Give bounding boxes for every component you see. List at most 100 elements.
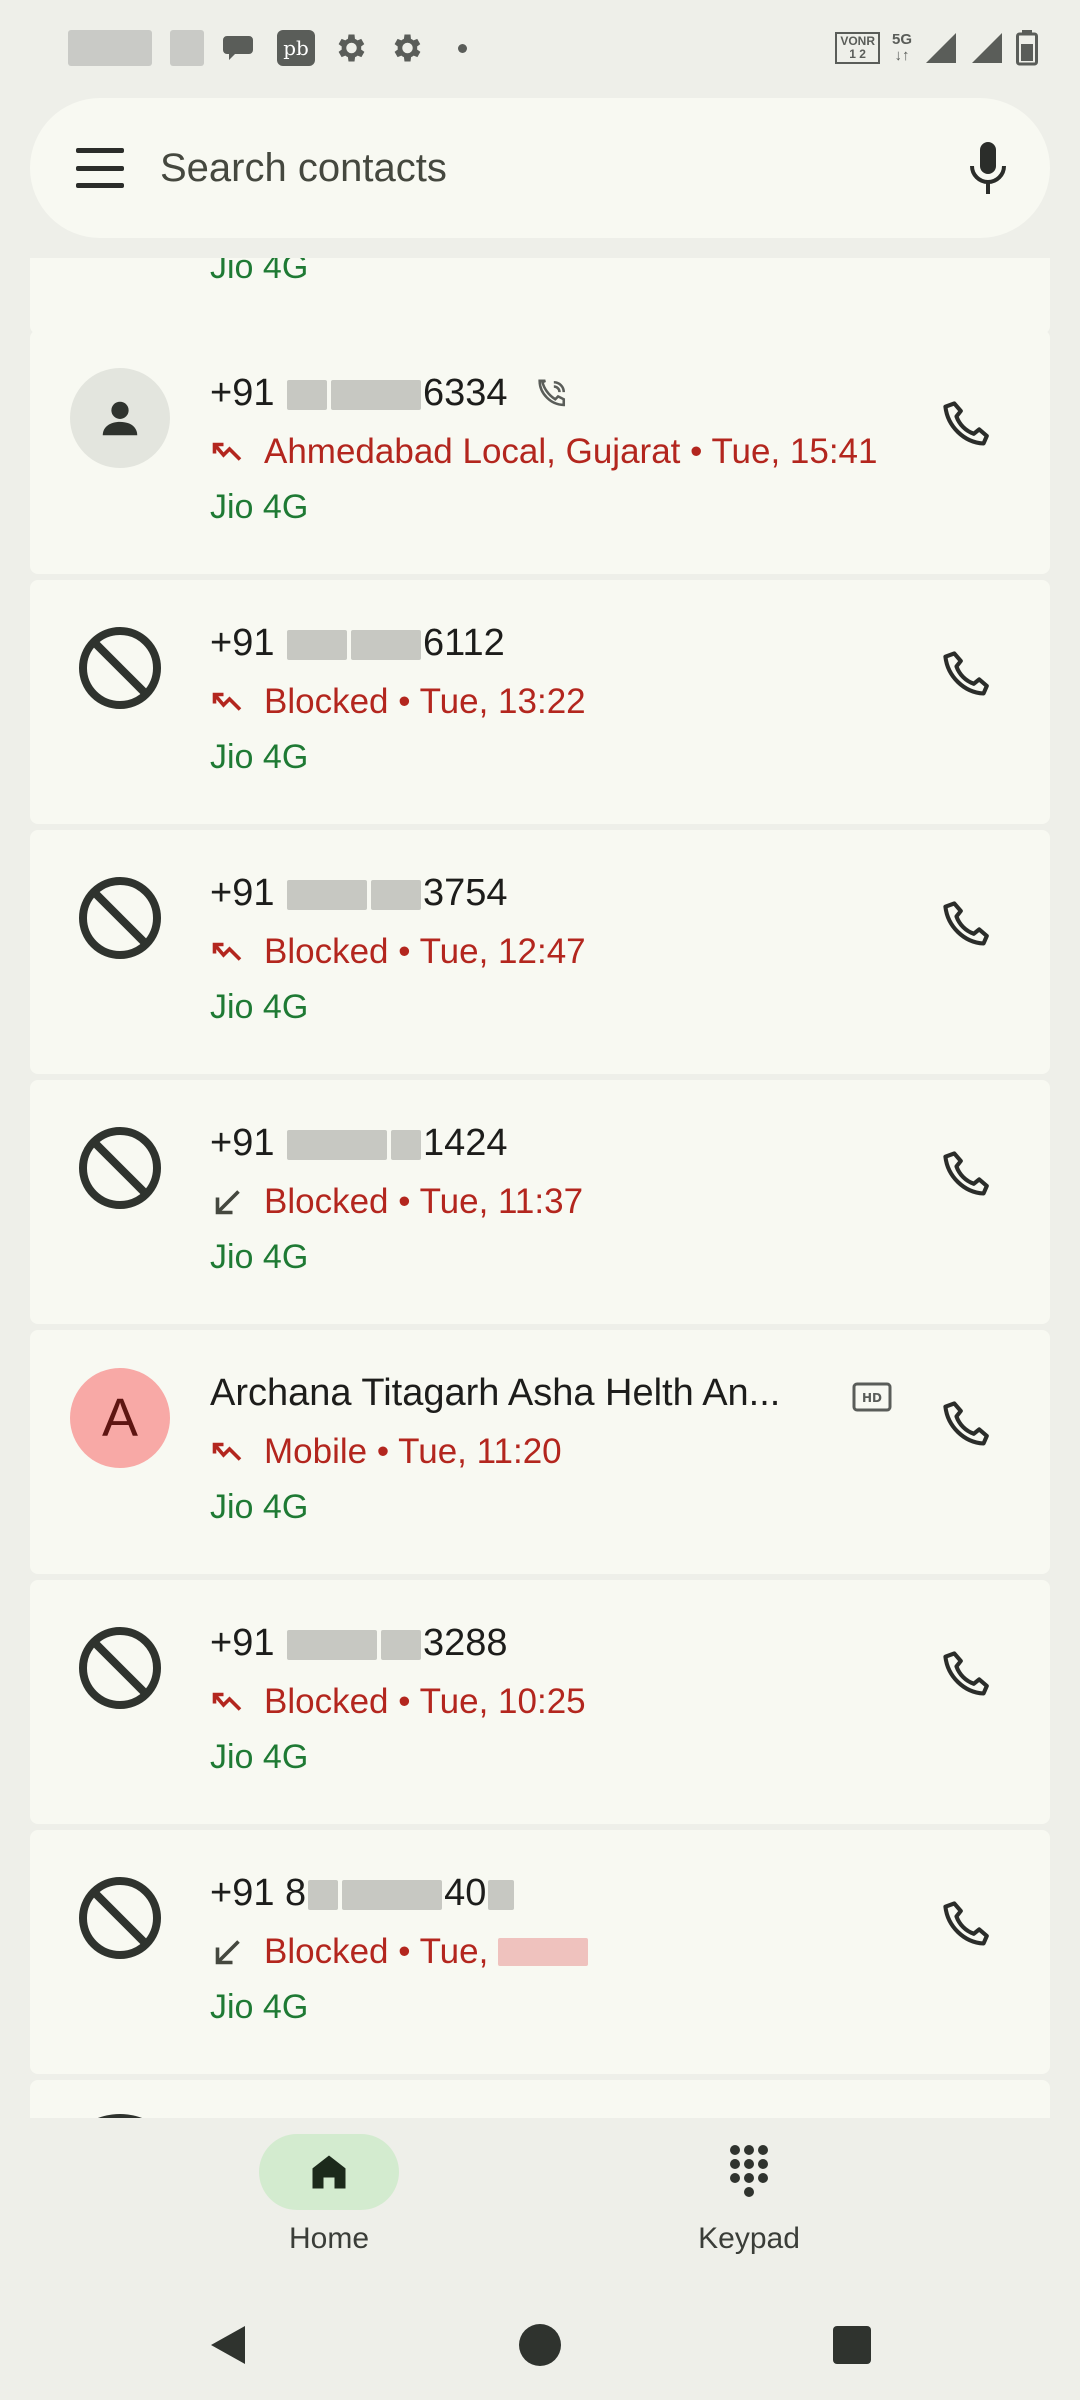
call-button[interactable] <box>938 1646 994 1702</box>
nav-keypad-label: Keypad <box>698 2222 800 2255</box>
wifi-call-icon <box>538 379 566 407</box>
chat-icon <box>218 26 262 70</box>
redacted-digits <box>391 1129 422 1160</box>
redacted-digits <box>351 629 422 660</box>
blocked-icon[interactable] <box>70 1118 170 1218</box>
carrier-label: Jio 4G <box>210 488 309 526</box>
app-badge-icon: pb <box>274 26 318 70</box>
battery-icon <box>1016 30 1038 66</box>
call-detail-text: Blocked • Tue, 10:25 <box>264 1682 586 1721</box>
search-bar[interactable]: Search contacts <box>30 98 1050 238</box>
call-log-item[interactable]: +91 3288 Blocked • Tue, 10:25 Jio 4G <box>30 1580 1050 1824</box>
call-button[interactable] <box>938 1396 994 1452</box>
call-log-item[interactable]: +91 6334 Ahmedabad Local, Gujarat • Tue,… <box>30 330 1050 574</box>
carrier-label: Jio 4G <box>210 1988 309 2026</box>
redacted-digits <box>287 379 328 410</box>
vonr-sub: 1 2 <box>849 47 866 61</box>
home-button-icon[interactable] <box>515 2320 565 2370</box>
call-button[interactable] <box>938 1896 994 1952</box>
menu-icon[interactable] <box>76 148 124 188</box>
number-prefix: +91 <box>210 872 275 914</box>
avatar[interactable]: A <box>70 1368 170 1468</box>
mic-icon[interactable] <box>960 138 1016 198</box>
call-log-list[interactable]: Jio 4G +91 6334 Ahmedabad Local, Gujarat… <box>30 258 1050 2118</box>
home-icon[interactable] <box>259 2134 399 2210</box>
bottom-navigation: Home Keypad <box>0 2118 1080 2290</box>
call-detail-text: Blocked • Tue, 11:37 <box>264 1182 584 1221</box>
redacted-digits <box>308 1879 339 1910</box>
call-button[interactable] <box>938 1146 994 1202</box>
blocked-icon[interactable] <box>70 868 170 968</box>
number-suffix: 1424 <box>423 1122 508 1164</box>
number-suffix: 6334 <box>423 372 508 414</box>
contact-number: +91 3288 <box>210 1622 508 1665</box>
network-label: 5G <box>891 31 912 48</box>
avatar[interactable] <box>70 368 170 468</box>
number-prefix: +91 <box>210 1622 275 1664</box>
redacted-digits <box>371 879 422 910</box>
nav-home[interactable]: Home <box>229 2134 429 2256</box>
number-prefix: +91 8 <box>210 1872 307 1914</box>
nav-keypad[interactable]: Keypad <box>649 2134 849 2256</box>
call-detail-text: Blocked • Tue, <box>264 1932 489 1971</box>
system-navigation-bar <box>0 2290 1080 2400</box>
dot-icon <box>440 26 484 70</box>
number-prefix: +91 <box>210 1122 275 1164</box>
carrier-label: Jio 4G <box>210 1488 309 1526</box>
contact-number: +91 3754 <box>210 872 508 915</box>
call-button[interactable] <box>938 896 994 952</box>
call-log-item[interactable]: +91 6112 Blocked • Tue, 13:22 Jio 4G <box>30 580 1050 824</box>
redacted-time <box>498 1938 589 1966</box>
vonr-label: VONR <box>840 34 875 48</box>
call-log-item[interactable]: Jio 4G <box>30 258 1050 334</box>
person-icon <box>70 368 170 468</box>
redacted-digits <box>342 1879 443 1910</box>
search-input[interactable]: Search contacts <box>160 146 960 191</box>
contact-number: +91 6334 <box>210 372 568 415</box>
number-prefix: +91 <box>210 622 275 664</box>
call-log-item[interactable]: +91 8 40 Blocked • Tue, Jio 4G <box>30 1830 1050 2074</box>
blurred-notification-icons <box>68 30 152 66</box>
recents-icon[interactable] <box>827 2320 877 2370</box>
contact-number: +91 1424 <box>210 1122 508 1165</box>
nav-home-label: Home <box>288 2222 370 2255</box>
call-detail: Blocked • Tue, 11:37 <box>210 1182 583 1222</box>
missed-call-icon <box>212 442 242 461</box>
incoming-call-icon <box>215 1190 240 1215</box>
number-suffix: 3754 <box>423 872 508 914</box>
call-log-item[interactable] <box>30 2080 1050 2118</box>
redacted-digits <box>287 1629 378 1660</box>
contact-name: Archana Titagarh Asha Helth An... <box>210 1372 781 1414</box>
call-detail: Blocked • Tue, 10:25 <box>210 1682 586 1722</box>
redacted-digits <box>488 1879 515 1910</box>
call-log-item[interactable]: +91 3754 Blocked • Tue, 12:47 Jio 4G <box>30 830 1050 1074</box>
status-bar: pb VONR 1 2 5G ↓↑ <box>0 0 1080 96</box>
call-button[interactable] <box>938 646 994 702</box>
call-detail: Blocked • Tue, 13:22 <box>210 682 586 722</box>
contact-number: +91 8 40 <box>210 1872 516 1915</box>
carrier-label: Jio 4G <box>210 1238 309 1276</box>
call-log-item[interactable]: +91 1424 Blocked • Tue, 11:37 Jio 4G <box>30 1080 1050 1324</box>
redacted-digits <box>287 1129 388 1160</box>
carrier-label: Jio 4G <box>210 988 309 1026</box>
status-right: VONR 1 2 5G ↓↑ <box>835 28 1038 68</box>
number-prefix: +91 <box>210 372 275 414</box>
blocked-icon[interactable] <box>70 618 170 718</box>
back-icon[interactable] <box>203 2320 253 2370</box>
blocked-icon[interactable] <box>70 1868 170 1968</box>
missed-call-icon <box>212 1692 242 1711</box>
call-log-item[interactable]: A Archana Titagarh Asha Helth An... HD M… <box>30 1330 1050 1574</box>
incoming-call-icon <box>215 1940 240 1965</box>
signal-icon <box>972 33 1002 63</box>
missed-call-icon <box>212 692 242 711</box>
number-suffix: 6112 <box>423 622 505 664</box>
call-detail-text: Blocked • Tue, 13:22 <box>264 682 586 721</box>
call-button[interactable] <box>938 396 994 452</box>
contact-number: +91 6112 <box>210 622 505 665</box>
blocked-icon[interactable] <box>70 1618 170 1718</box>
dialpad-icon[interactable] <box>679 2134 819 2210</box>
network-type-icon: 5G ↓↑ <box>891 31 912 64</box>
call-detail-text: Blocked • Tue, 12:47 <box>264 932 586 971</box>
gear-icon <box>328 26 372 70</box>
call-detail-text: Mobile • Tue, 11:20 <box>264 1432 562 1471</box>
